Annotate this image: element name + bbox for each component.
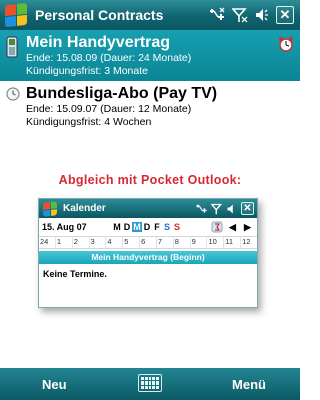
calendar-nav: ◀ ▶ xyxy=(211,221,257,234)
phone-icon xyxy=(6,36,18,58)
hour-label: 6 xyxy=(139,237,156,248)
volume-icon xyxy=(227,204,233,213)
prev-arrow-icon[interactable]: ◀ xyxy=(227,221,238,234)
hour-label: 12 xyxy=(240,237,257,248)
windows-start-icon xyxy=(43,200,57,217)
connectivity-icon xyxy=(196,204,207,213)
hour-label: 11 xyxy=(223,237,240,248)
hour-label: 3 xyxy=(88,237,106,248)
hour-label: 5 xyxy=(122,237,139,248)
weekday-sat[interactable]: S xyxy=(162,222,172,232)
weekday-mon[interactable]: M xyxy=(112,222,122,232)
weekday-fri[interactable]: F xyxy=(152,222,162,232)
calendar-week-row: 15. Aug 07 M D M D F S S ◀ ▶ xyxy=(39,218,257,237)
calendar-title-bar: Kalender ✕ xyxy=(39,199,257,218)
hour-label: 1 xyxy=(54,237,72,248)
calendar-window: Kalender ✕ 15. Aug 07 M D M D F S S ◀ ▶ … xyxy=(38,198,258,308)
title-bar: Personal Contracts ✕ xyxy=(0,0,300,30)
contract-end: Ende: 15.08.09 (Dauer: 24 Monate) xyxy=(26,52,192,64)
weekday-sun[interactable]: S xyxy=(172,222,182,232)
system-tray: ✕ xyxy=(208,6,294,24)
contract-end: Ende: 15.09.07 (Dauer: 12 Monate) xyxy=(26,103,192,115)
weekday-tue[interactable]: D xyxy=(122,222,132,232)
calendar-date: 15. Aug 07 xyxy=(42,222,87,232)
alarm-clock-icon xyxy=(279,37,293,52)
calendar-title: Kalender xyxy=(63,203,106,214)
hour-label: 4 xyxy=(105,237,122,248)
softkey-bar: Neu Menü xyxy=(0,368,300,400)
keyboard-icon[interactable] xyxy=(138,374,162,392)
contract-title: Bundesliga-Abo (Pay TV) xyxy=(26,85,218,102)
today-icon[interactable] xyxy=(211,221,223,233)
contract-notice: Kündigungsfrist: 3 Monate xyxy=(26,65,148,77)
connectivity-icon[interactable] xyxy=(208,7,226,23)
weekday-thu[interactable]: D xyxy=(142,222,152,232)
signal-off-icon[interactable] xyxy=(232,7,248,23)
clock-icon xyxy=(6,87,20,101)
app-title: Personal Contracts xyxy=(35,7,164,23)
contract-item-bundesliga[interactable]: Bundesliga-Abo (Pay TV) Ende: 15.09.07 (… xyxy=(0,81,300,132)
contract-notice: Kündigungsfrist: 4 Wochen xyxy=(26,116,152,128)
new-softkey[interactable]: Neu xyxy=(42,377,67,392)
close-icon[interactable]: ✕ xyxy=(276,6,294,24)
contract-title: Mein Handyvertrag xyxy=(26,34,171,51)
hour-label: 8 xyxy=(172,237,190,248)
calendar-event[interactable]: Mein Handyvertrag (Beginn) xyxy=(39,251,257,264)
hour-label: 24 xyxy=(40,237,49,246)
weekday-wed[interactable]: M xyxy=(132,222,142,232)
hour-label: 10 xyxy=(206,237,223,248)
close-icon: ✕ xyxy=(241,202,254,215)
volume-icon[interactable] xyxy=(254,7,270,23)
calendar-hours-row: 24 1 2 3 4 5 6 7 8 9 10 11 12 xyxy=(39,237,257,249)
hour-label: 2 xyxy=(71,237,89,248)
contract-list: Mein Handyvertrag Ende: 15.08.09 (Dauer:… xyxy=(0,30,300,132)
hour-label: 9 xyxy=(189,237,207,248)
next-arrow-icon[interactable]: ▶ xyxy=(242,221,253,234)
signal-off-icon xyxy=(211,203,223,214)
hour-label: 7 xyxy=(155,237,173,248)
calendar-system-tray: ✕ xyxy=(195,202,254,215)
calendar-empty-text: Keine Termine. xyxy=(43,269,107,279)
windows-start-icon[interactable] xyxy=(5,2,27,28)
contract-item-handyvertrag[interactable]: Mein Handyvertrag Ende: 15.08.09 (Dauer:… xyxy=(0,30,300,81)
menu-softkey[interactable]: Menü xyxy=(232,377,266,392)
outlook-sync-caption: Abgleich mit Pocket Outlook: xyxy=(58,173,242,187)
